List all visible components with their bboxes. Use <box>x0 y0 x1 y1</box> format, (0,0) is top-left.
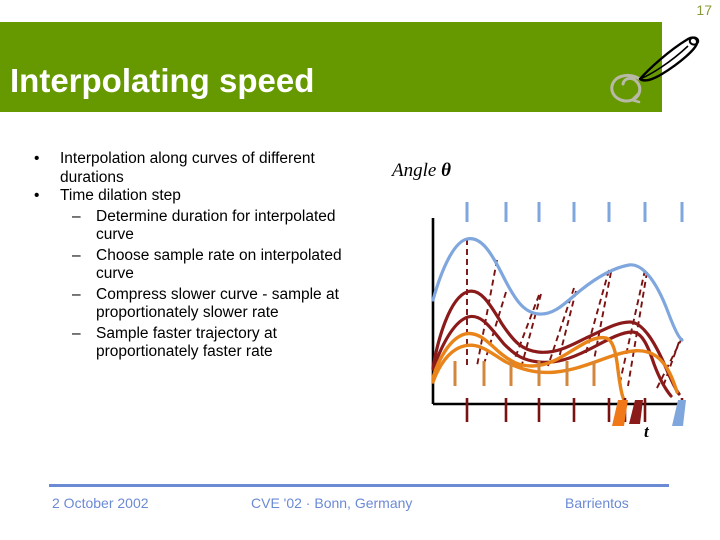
sub-bullet-marker: – <box>72 324 81 342</box>
bullet-item: • Interpolation along curves of differen… <box>28 150 373 187</box>
footer-date: 2 October 2002 <box>52 495 149 511</box>
bullet-marker: • <box>34 187 40 204</box>
footer-venue: CVE '02 · Bonn, Germany <box>251 495 413 511</box>
bullet-list: • Interpolation along curves of differen… <box>28 150 373 362</box>
bullet-text: Time dilation step <box>60 187 181 204</box>
bullet-item: • Time dilation step <box>28 187 373 206</box>
slow-trajectory-curve <box>431 237 684 342</box>
sub-bullet-text: Determine duration for interpolated curv… <box>96 207 336 244</box>
time-dilation-figure: Angle θ t <box>380 150 720 450</box>
slow-sample-ticks <box>465 202 684 222</box>
bullet-text: Interpolation along curves of different … <box>60 150 315 186</box>
footer-divider <box>49 484 669 487</box>
bullet-marker: • <box>34 150 40 167</box>
pen-scribble-icon <box>610 36 700 104</box>
page-title: Interpolating speed <box>10 62 315 100</box>
sub-bullet-marker: – <box>72 246 81 264</box>
sub-bullet-text: Choose sample rate on interpolated curve <box>96 246 342 283</box>
sub-bullet-marker: – <box>72 207 81 225</box>
footer-author: Barrientos <box>565 495 629 511</box>
sub-bullet-item: – Compress slower curve - sample at prop… <box>28 286 373 323</box>
sub-bullet-item: – Choose sample rate on interpolated cur… <box>28 247 373 284</box>
slide: 17 Interpolating speed • Interpolation a… <box>0 0 720 540</box>
sub-bullet-item: – Determine duration for interpolated cu… <box>28 208 373 245</box>
page-number: 17 <box>696 2 712 18</box>
sub-bullet-text: Sample faster trajectory at proportionat… <box>96 324 277 361</box>
sub-bullet-marker: – <box>72 285 81 303</box>
sub-bullet-text: Compress slower curve - sample at propor… <box>96 285 339 322</box>
trajectory-plot <box>431 202 686 426</box>
sub-bullet-item: – Sample faster trajectory at proportion… <box>28 325 373 362</box>
axis-ticks <box>465 398 684 422</box>
